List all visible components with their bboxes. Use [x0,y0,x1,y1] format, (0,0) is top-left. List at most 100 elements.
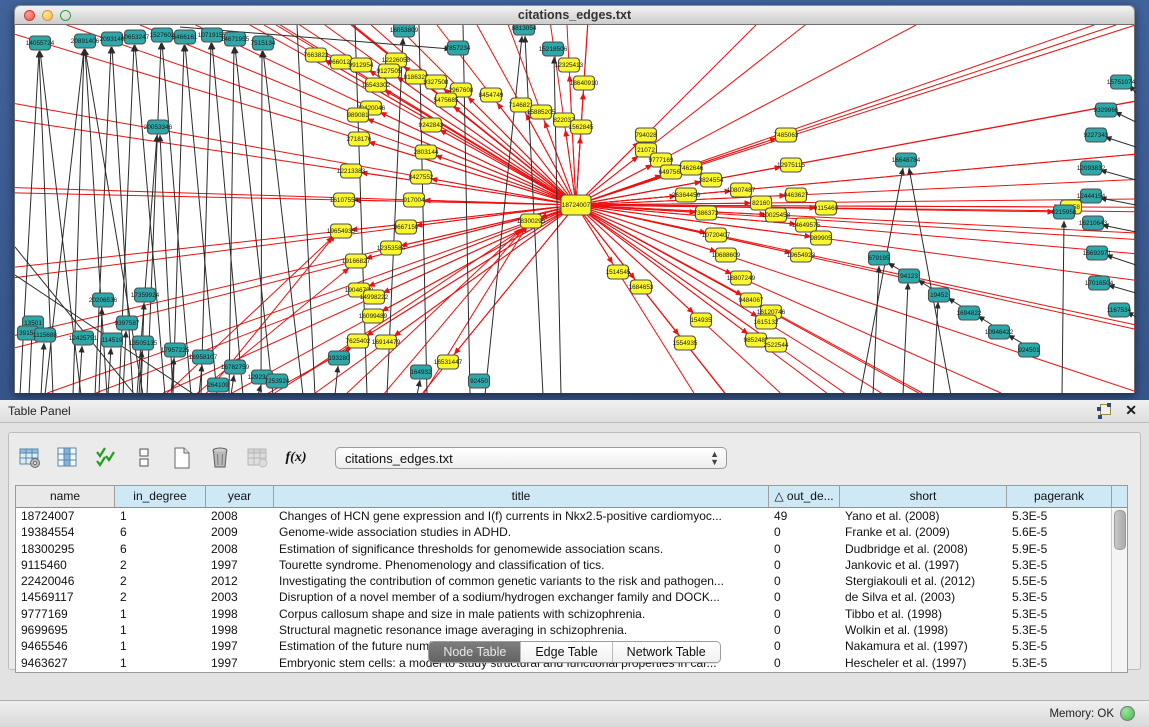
select-columns-icon[interactable] [93,445,119,471]
graph-node[interactable]: 18300295 [517,214,546,228]
graph-node[interactable]: 1527602 [150,28,175,42]
graph-node[interactable]: 7386372 [694,206,719,220]
table-mode-icon[interactable] [17,445,43,471]
graph-node[interactable]: 8215958 [1052,205,1077,219]
graph-node[interactable]: 15751074 [1107,75,1136,89]
graph-node[interactable]: 7462646 [679,161,704,175]
graph-node[interactable]: 19654935 [327,224,356,238]
network-window-titlebar[interactable]: citations_edges.txt [14,5,1135,25]
graph-node[interactable]: 16210643 [1079,216,1108,230]
table-row[interactable]: 911546021997Tourette syndrome. Phenomeno… [16,557,1127,573]
tab-edge-table[interactable]: Edge Table [521,642,612,662]
graph-node[interactable]: 16107554 [330,193,359,207]
function-builder-icon[interactable]: f(x) [283,445,309,471]
graph-node[interactable]: 15692971 [1083,246,1112,260]
graph-node[interactable]: 16543302 [362,78,391,92]
graph-node[interactable]: 9127505 [377,64,402,78]
graph-node[interactable]: 18807249 [727,271,756,285]
graph-node[interactable]: 15885205 [527,105,556,119]
table-row[interactable]: 1830029562008Estimation of significance … [16,541,1127,557]
graph-node[interactable]: 9912954 [349,58,374,72]
graph-node[interactable]: 1694822 [957,306,982,320]
graph-node[interactable]: 17957225 [161,343,190,357]
graph-node[interactable]: 9227343 [1084,128,1109,142]
graph-node[interactable]: 2803144 [414,145,439,159]
graph-node[interactable]: 12325413 [555,58,584,72]
graph-node[interactable]: 1684653 [629,280,654,294]
graph-node[interactable]: 7485063 [774,128,799,142]
graph-node[interactable]: 16053809 [390,25,419,37]
graph-node[interactable]: 26364456 [672,188,701,202]
graph-node[interactable]: 924501 [1018,343,1040,357]
graph-node[interactable]: 8813054 [512,25,537,35]
graph-node[interactable]: 2522544 [764,338,789,352]
network-canvas[interactable]: 1872400718300295271817612213383161075541… [15,25,1136,393]
graph-node[interactable]: 17359924 [131,288,160,302]
graph-node[interactable]: 264109 [207,378,229,392]
graph-node[interactable]: 10807487 [727,183,756,197]
column-header-0[interactable]: name [16,486,115,507]
graph-node[interactable]: 9329966 [1094,103,1119,117]
table-row[interactable]: 977716911998Corpus callosum shape and si… [16,606,1127,622]
scrollbar-thumb[interactable] [1114,510,1126,550]
table-select-dropdown[interactable]: citations_edges.txt ▲▼ [335,447,727,469]
graph-node[interactable]: 17016504 [1085,276,1114,290]
graph-node[interactable]: 114519 [102,333,123,347]
delete-column-icon[interactable] [207,445,233,471]
graph-node[interactable]: 154935 [690,313,712,327]
graph-node[interactable]: 3824554 [699,173,724,187]
column-header-5[interactable]: short [840,486,1007,507]
new-column-icon[interactable] [169,445,195,471]
graph-node[interactable]: 1167534 [1107,303,1132,317]
graph-node[interactable]: 7625402 [346,334,371,348]
tab-node-table[interactable]: Node Table [429,642,521,662]
table-row[interactable]: 1938455462009Genome-wide association stu… [16,524,1127,540]
graph-node[interactable]: 193280 [328,351,350,365]
graph-node[interactable]: 16958107 [189,350,218,364]
graph-node[interactable]: 794028 [635,128,657,142]
graph-node[interactable]: 1615132 [754,315,779,329]
graph-node[interactable]: 15218506 [539,42,568,56]
graph-node[interactable]: 19452 [929,288,950,302]
graph-node[interactable]: 7857234 [446,41,471,55]
graph-node[interactable]: 164932 [410,365,432,379]
graph-node[interactable]: 679195 [868,251,890,265]
column-header-4[interactable]: △ out_de... [769,486,840,507]
graph-node[interactable]: 16531447 [434,355,463,369]
column-header-3[interactable]: title [274,486,769,507]
graph-node[interactable]: 9327508 [424,75,449,89]
tab-network-table[interactable]: Network Table [613,642,720,662]
table-panel-header[interactable]: Table Panel ✕ [0,400,1149,423]
graph-node[interactable]: 16648784 [892,153,921,167]
graph-node[interactable]: 1115688 [33,328,57,342]
graph-node[interactable]: 6466161 [173,30,198,44]
graph-node[interactable]: 8454749 [479,88,504,102]
graph-node[interactable]: 13505135 [129,336,158,350]
column-header-2[interactable]: year [206,486,274,507]
graph-node[interactable]: 12213383 [337,164,366,178]
float-window-icon[interactable] [1097,404,1111,418]
graph-node[interactable]: 16099489 [359,309,388,323]
table-row[interactable]: 1872400712008Changes of HCN gene express… [16,508,1127,524]
graph-node[interactable]: 7663822 [304,48,329,62]
graph-node[interactable]: 20206536 [89,293,118,307]
show-columns-icon[interactable] [55,445,81,471]
graph-node[interactable]: 10720407 [702,228,731,242]
graph-node[interactable]: 16782759 [221,360,250,374]
graph-node[interactable]: 12353584 [377,241,406,255]
graph-node[interactable]: 12975115 [777,158,805,172]
graph-node[interactable]: 989905 [810,231,832,245]
graph-node[interactable]: 18640910 [570,76,599,90]
graph-node[interactable]: 1514545 [606,265,631,279]
graph-node[interactable]: 10946422 [985,325,1014,339]
graph-node[interactable]: 12444154 [1077,189,1106,203]
graph-node[interactable]: 94123 [899,269,920,283]
graph-node[interactable]: 19166827 [342,254,371,268]
table-row[interactable]: 1456911722003Disruption of a novel membe… [16,589,1127,605]
graph-node[interactable]: 9667150 [394,220,419,234]
delete-table-icon[interactable] [245,445,271,471]
graph-node[interactable]: 1554935 [673,336,698,350]
graph-node[interactable]: 9242843 [419,118,444,132]
graph-node[interactable]: 10653247 [121,30,150,44]
graph-node[interactable]: 8427552 [409,170,434,184]
